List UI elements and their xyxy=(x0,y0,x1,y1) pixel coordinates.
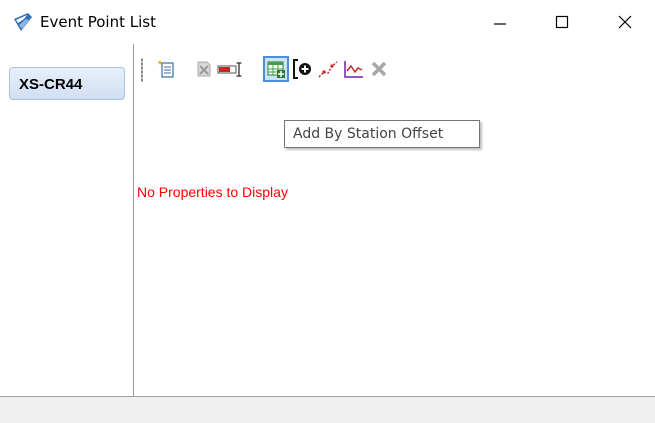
remove-icon xyxy=(371,61,387,77)
pick-points-button[interactable] xyxy=(315,56,341,82)
no-properties-message: No Properties to Display xyxy=(137,184,288,200)
rename-button[interactable] xyxy=(216,56,246,82)
rename-icon xyxy=(217,62,242,77)
close-icon xyxy=(618,15,632,29)
tooltip: Add By Station Offset xyxy=(284,120,480,148)
profile-graph-icon xyxy=(344,61,363,78)
new-document-icon xyxy=(157,60,174,78)
add-by-station-offset-button[interactable] xyxy=(263,56,289,82)
delete-document-icon xyxy=(197,61,211,77)
window-title: Event Point List xyxy=(40,13,156,31)
event-point-list-window: Event Point List XS-CR44 Add By Station … xyxy=(0,0,655,423)
delete-button[interactable] xyxy=(191,56,217,82)
new-button[interactable] xyxy=(154,56,180,82)
maximize-icon xyxy=(555,15,569,29)
toolbar-grip[interactable] xyxy=(141,58,143,82)
minimize-icon xyxy=(494,23,506,25)
remove-button[interactable] xyxy=(366,56,392,82)
add-point-button[interactable] xyxy=(290,56,316,82)
add-point-icon xyxy=(293,59,311,79)
sidebar-item-label: XS-CR44 xyxy=(19,76,83,93)
close-button[interactable] xyxy=(595,0,655,44)
maximize-button[interactable] xyxy=(532,0,592,44)
sidebar-panel: XS-CR44 xyxy=(0,44,134,396)
sidebar-item-xs-cr44[interactable]: XS-CR44 xyxy=(9,67,125,100)
tooltip-text: Add By Station Offset xyxy=(293,126,444,142)
title-bar[interactable]: Event Point List xyxy=(0,0,655,44)
toolbar xyxy=(134,50,655,90)
status-bar xyxy=(0,396,655,423)
add-by-station-offset-icon xyxy=(267,61,285,78)
profile-graph-button[interactable] xyxy=(341,56,367,82)
pick-points-icon xyxy=(318,61,338,78)
minimize-button[interactable] xyxy=(470,0,530,44)
civil-app-icon xyxy=(14,13,32,31)
